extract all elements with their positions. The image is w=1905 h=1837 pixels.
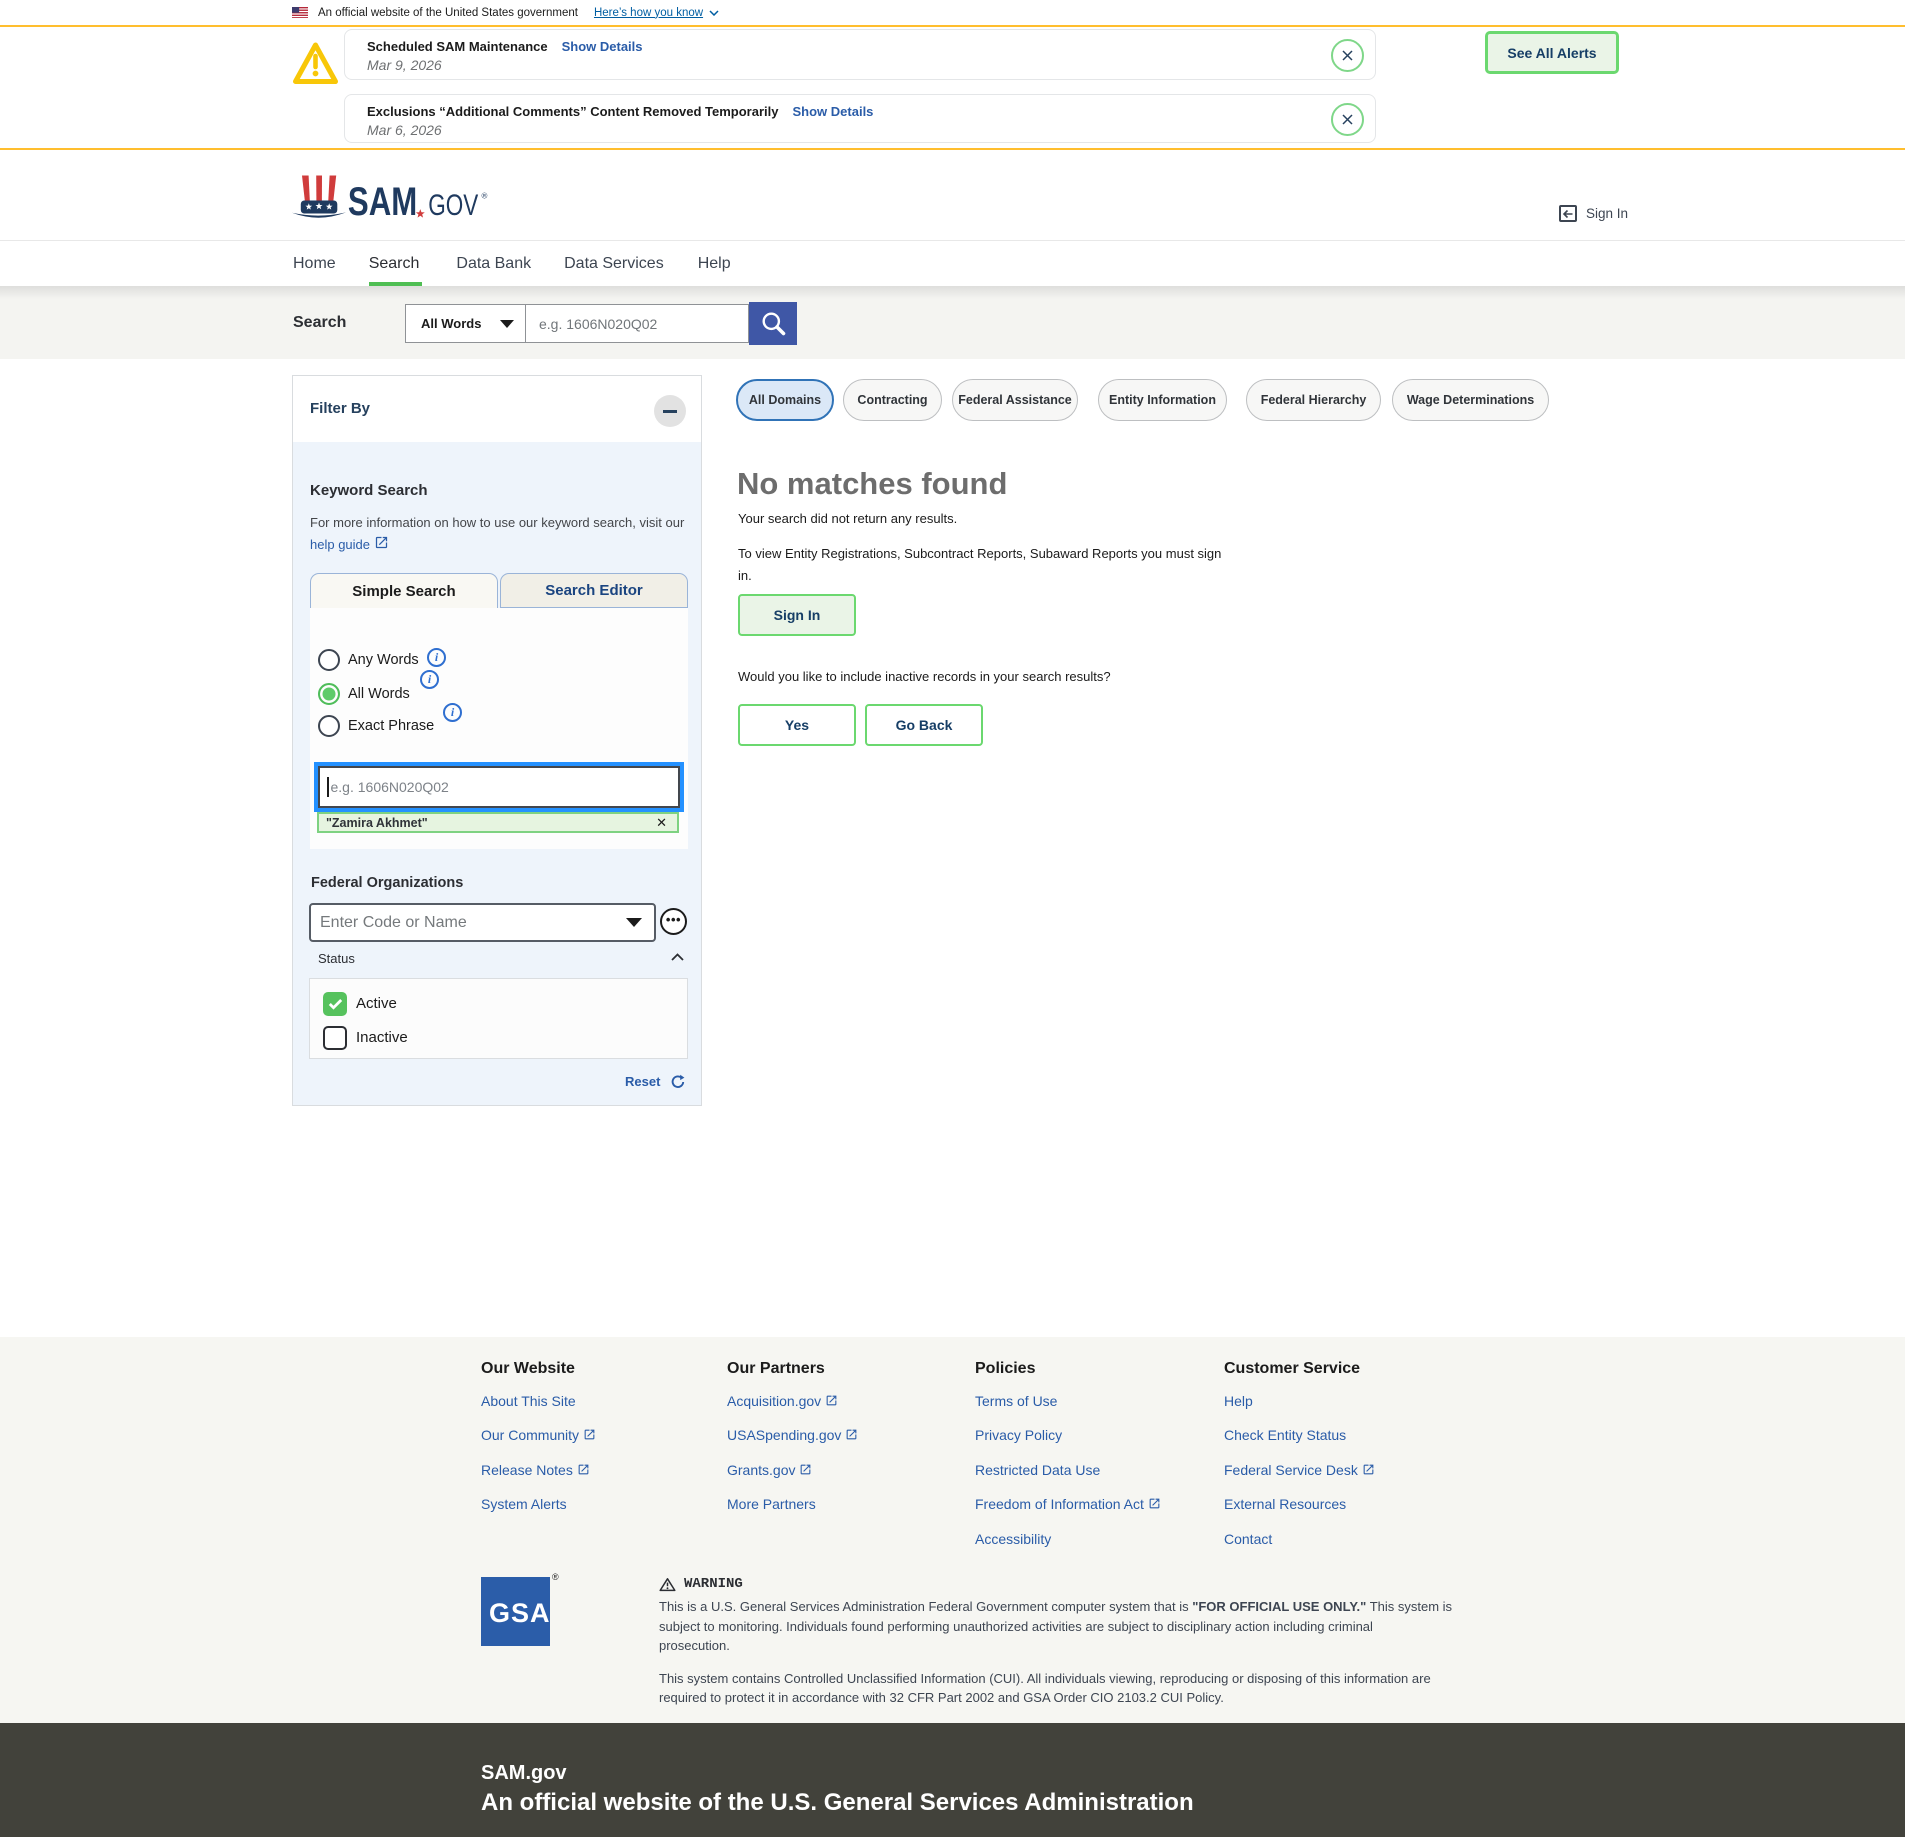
svg-text:®: ®: [552, 1572, 559, 1582]
svg-text:GOV: GOV: [428, 188, 478, 222]
svg-text:®: ®: [482, 192, 488, 201]
svg-text:SAM: SAM: [348, 179, 417, 222]
svg-text:GSA: GSA: [489, 1598, 551, 1628]
